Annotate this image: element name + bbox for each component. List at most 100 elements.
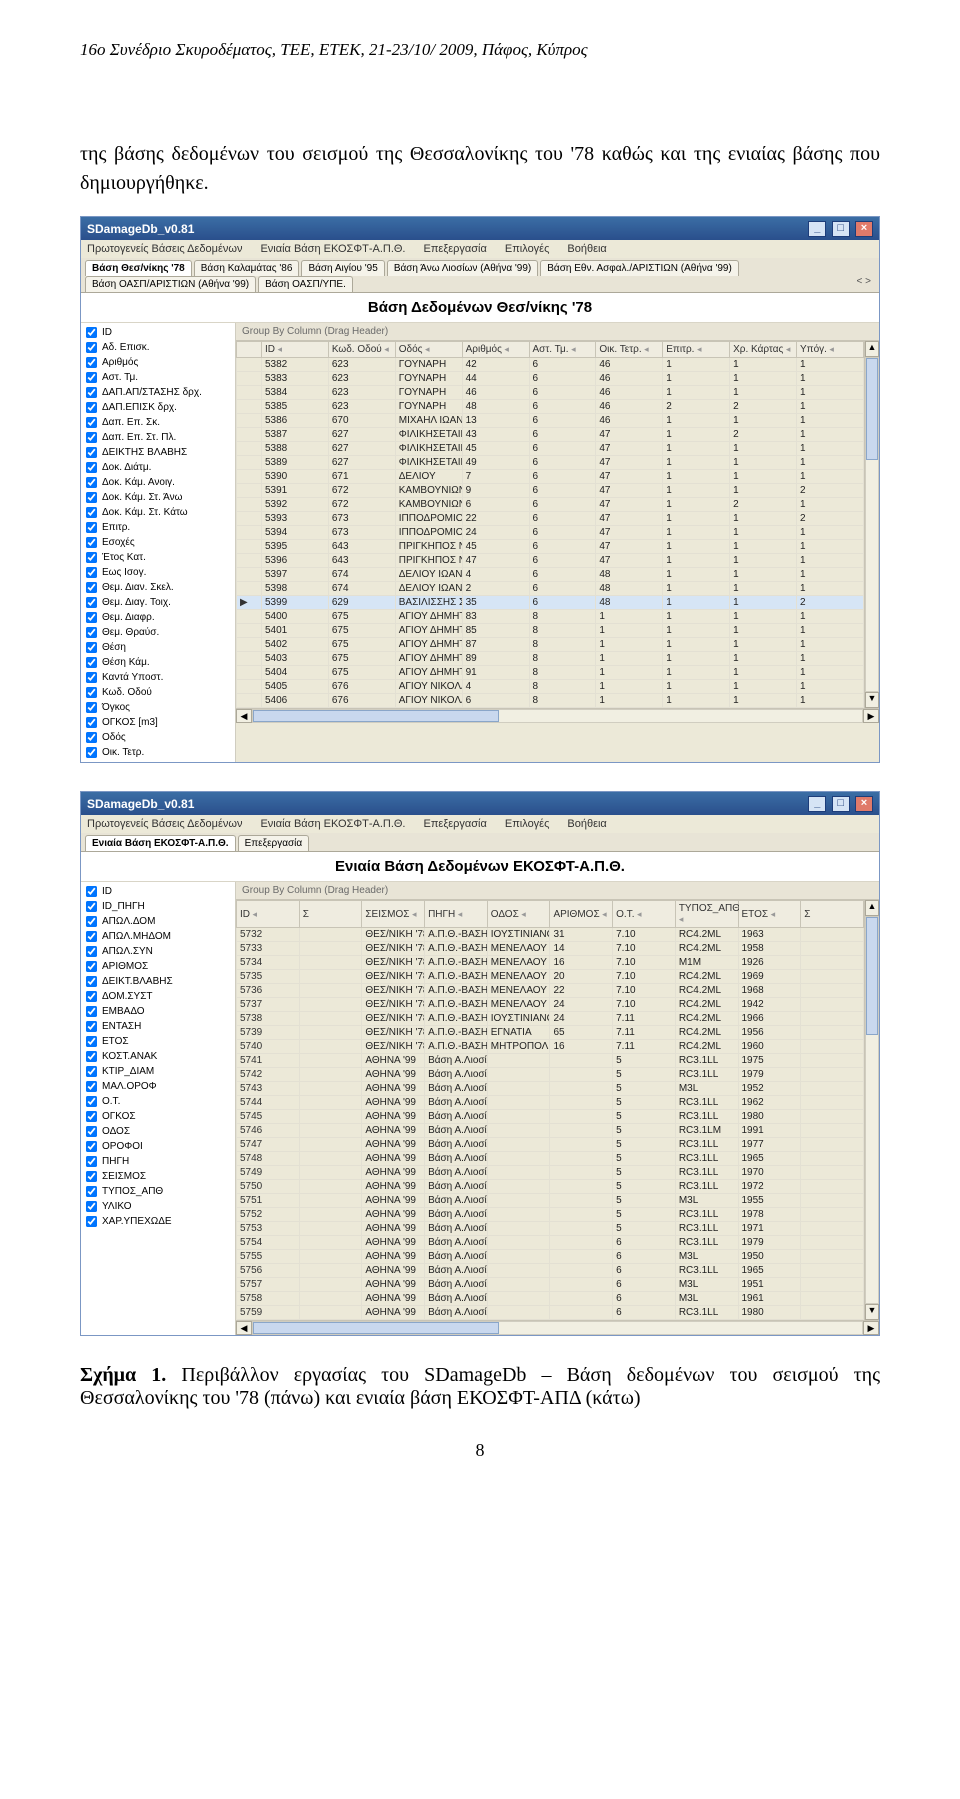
cell[interactable] (801, 1026, 864, 1040)
cell[interactable]: 1 (797, 358, 864, 372)
field-checkbox[interactable]: Εσοχές (83, 535, 233, 550)
cell[interactable]: 1 (730, 456, 797, 470)
cell[interactable]: 623 (328, 400, 395, 414)
cell[interactable]: ΓΟΥΝΑΡΗ (395, 372, 462, 386)
cell[interactable]: 48 (596, 596, 663, 610)
cell[interactable]: 5 (613, 1180, 676, 1194)
tab[interactable]: Ενιαία Βάση ΕΚΟΣΦΤ-Α.Π.Θ. (85, 835, 236, 851)
cell[interactable]: 1 (596, 610, 663, 624)
field-checkbox[interactable]: ΚΤΙΡ_ΔΙΑΜ (83, 1064, 233, 1079)
cell[interactable]: 1965 (738, 1152, 801, 1166)
cell[interactable] (237, 386, 262, 400)
cell[interactable]: Βάση Α.Λιοσίων.. (425, 1250, 488, 1264)
cell[interactable]: 6 (529, 400, 596, 414)
cell[interactable] (550, 1264, 613, 1278)
cell[interactable] (237, 358, 262, 372)
cell[interactable]: ΑΘΗΝΑ '99 (362, 1250, 425, 1264)
cell[interactable]: 6 (613, 1278, 676, 1292)
cell[interactable]: 1 (730, 680, 797, 694)
tabstrip[interactable]: Ενιαία Βάση ΕΚΟΣΦΤ-Α.Π.Θ.Επεξεργασία (81, 833, 879, 852)
cell[interactable]: 5392 (262, 498, 329, 512)
cell[interactable]: ΑΓΙΟΥ ΔΗΜΗΤΡΙ (395, 666, 462, 680)
cell[interactable] (550, 1194, 613, 1208)
cell[interactable] (299, 1110, 362, 1124)
cell[interactable] (801, 1124, 864, 1138)
cell[interactable]: 7 (462, 470, 529, 484)
cell[interactable] (237, 680, 262, 694)
maximize-icon[interactable]: □ (832, 221, 850, 237)
cell[interactable]: 6 (529, 526, 596, 540)
cell[interactable] (550, 1124, 613, 1138)
cell[interactable] (299, 1152, 362, 1166)
cell[interactable]: 674 (328, 568, 395, 582)
column-header[interactable]: ΕΤΟΣ ◂ (738, 901, 801, 928)
cell[interactable]: 5756 (237, 1264, 300, 1278)
cell[interactable] (487, 1082, 550, 1096)
cell[interactable]: 1 (663, 540, 730, 554)
cell[interactable]: 5743 (237, 1082, 300, 1096)
cell[interactable] (299, 1236, 362, 1250)
cell[interactable] (550, 1068, 613, 1082)
cell[interactable] (550, 1306, 613, 1320)
cell[interactable] (550, 1236, 613, 1250)
scroll-down-icon[interactable]: ▼ (865, 1304, 879, 1320)
field-checkbox[interactable]: Θεμ. Διαφρ. (83, 610, 233, 625)
cell[interactable]: 671 (328, 470, 395, 484)
cell[interactable]: Α.Π.Θ.-ΒΑΣΗ78 (425, 970, 488, 984)
cell[interactable]: 1960 (738, 1040, 801, 1054)
cell[interactable]: 47 (596, 442, 663, 456)
cell[interactable] (237, 414, 262, 428)
cell[interactable]: 1 (730, 652, 797, 666)
cell[interactable]: 47 (596, 498, 663, 512)
cell[interactable] (550, 1180, 613, 1194)
cell[interactable]: 8 (529, 610, 596, 624)
cell[interactable]: 1 (663, 484, 730, 498)
checkbox[interactable] (86, 1141, 97, 1152)
cell[interactable]: 48 (596, 582, 663, 596)
cell[interactable]: 5383 (262, 372, 329, 386)
cell[interactable]: 2 (730, 428, 797, 442)
cell[interactable]: 6 (462, 498, 529, 512)
cell[interactable]: ΔΕΛΙΟΥ ΙΩΑΝΝΗ (395, 582, 462, 596)
cell[interactable] (237, 456, 262, 470)
cell[interactable] (801, 984, 864, 998)
cell[interactable]: 6 (529, 428, 596, 442)
group-by-header[interactable]: Group By Column (Drag Header) (236, 882, 879, 900)
cell[interactable]: 5741 (237, 1054, 300, 1068)
cell[interactable]: 6 (529, 386, 596, 400)
cell[interactable]: 24 (462, 526, 529, 540)
cell[interactable]: 1 (663, 428, 730, 442)
cell[interactable] (299, 1278, 362, 1292)
cell[interactable]: ΑΘΗΝΑ '99 (362, 1264, 425, 1278)
column-header[interactable]: Αστ. Τμ. ◂ (529, 342, 596, 358)
cell[interactable]: 673 (328, 512, 395, 526)
cell[interactable]: 1 (730, 414, 797, 428)
cell[interactable]: 1 (663, 582, 730, 596)
cell[interactable]: RC4.2ML (675, 1012, 738, 1026)
cell[interactable] (237, 694, 262, 708)
cell[interactable]: ΑΓΙΟΥ ΝΙΚΟΛΑΟ (395, 680, 462, 694)
cell[interactable] (801, 1040, 864, 1054)
cell[interactable]: 1 (797, 624, 864, 638)
cell[interactable]: Βάση Α.Λιοσίων.. (425, 1096, 488, 1110)
field-checkbox[interactable]: ΕΤΟΣ (83, 1034, 233, 1049)
cell[interactable]: 1951 (738, 1278, 801, 1292)
cell[interactable]: ΜΕΝΕΛΑΟΥ (487, 942, 550, 956)
cell[interactable]: 1 (663, 372, 730, 386)
cell[interactable]: 7.10 (613, 928, 676, 942)
cell[interactable]: 6 (529, 442, 596, 456)
tab[interactable]: Βάση Εθν. Ασφαλ./ΑΡΙΣΤΙΩΝ (Αθήνα '99) (540, 260, 739, 276)
cell[interactable]: 627 (328, 456, 395, 470)
cell[interactable]: 1 (797, 456, 864, 470)
cell[interactable]: 5 (613, 1124, 676, 1138)
cell[interactable]: 5751 (237, 1194, 300, 1208)
vertical-scrollbar[interactable]: ▲ ▼ (864, 341, 879, 708)
cell[interactable] (299, 956, 362, 970)
cell[interactable]: ΑΘΗΝΑ '99 (362, 1278, 425, 1292)
cell[interactable]: 5752 (237, 1208, 300, 1222)
field-checkbox[interactable]: ΔΑΠ.ΕΠΙΣΚ δρχ. (83, 400, 233, 415)
cell[interactable]: 83 (462, 610, 529, 624)
field-checkbox[interactable]: Θεμ. Θραύσ. (83, 625, 233, 640)
cell[interactable]: 1952 (738, 1082, 801, 1096)
cell[interactable]: 6 (529, 484, 596, 498)
